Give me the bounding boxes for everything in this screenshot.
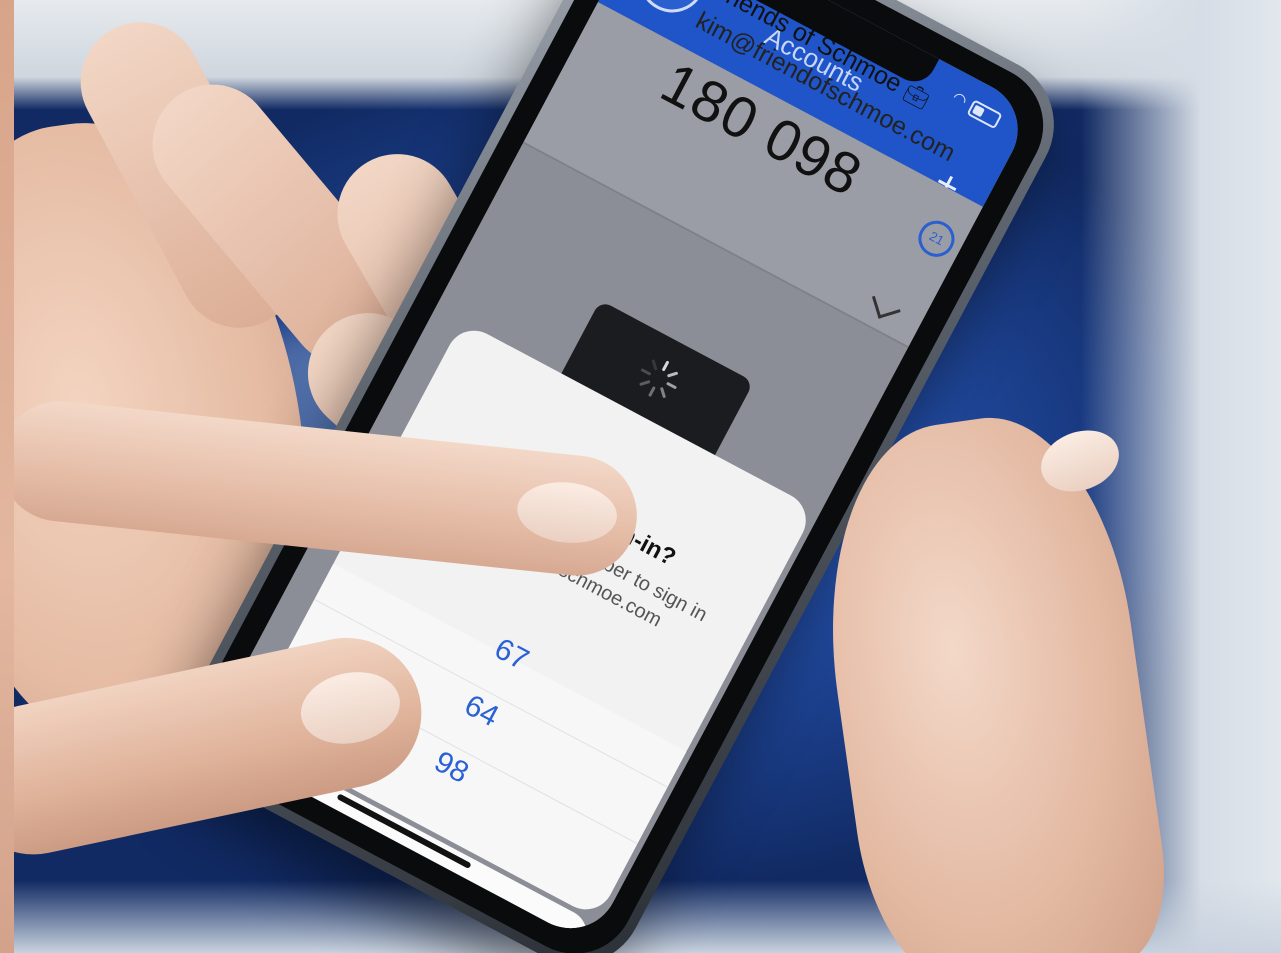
left-edge-strip: [0, 0, 14, 953]
spinner-icon: [631, 351, 685, 405]
finger-nail: [294, 663, 407, 753]
wifi-icon: ◠: [949, 88, 970, 111]
photo-scene: Accounts ◠ + Friends of Schmoe 💼︎ kim@fr…: [0, 0, 1281, 953]
battery-icon: [966, 99, 1003, 130]
person-icon: [651, 0, 695, 1]
chevron-down-icon[interactable]: [871, 290, 901, 319]
timer-icon: 21: [912, 214, 961, 264]
finger-nail: [514, 477, 620, 548]
